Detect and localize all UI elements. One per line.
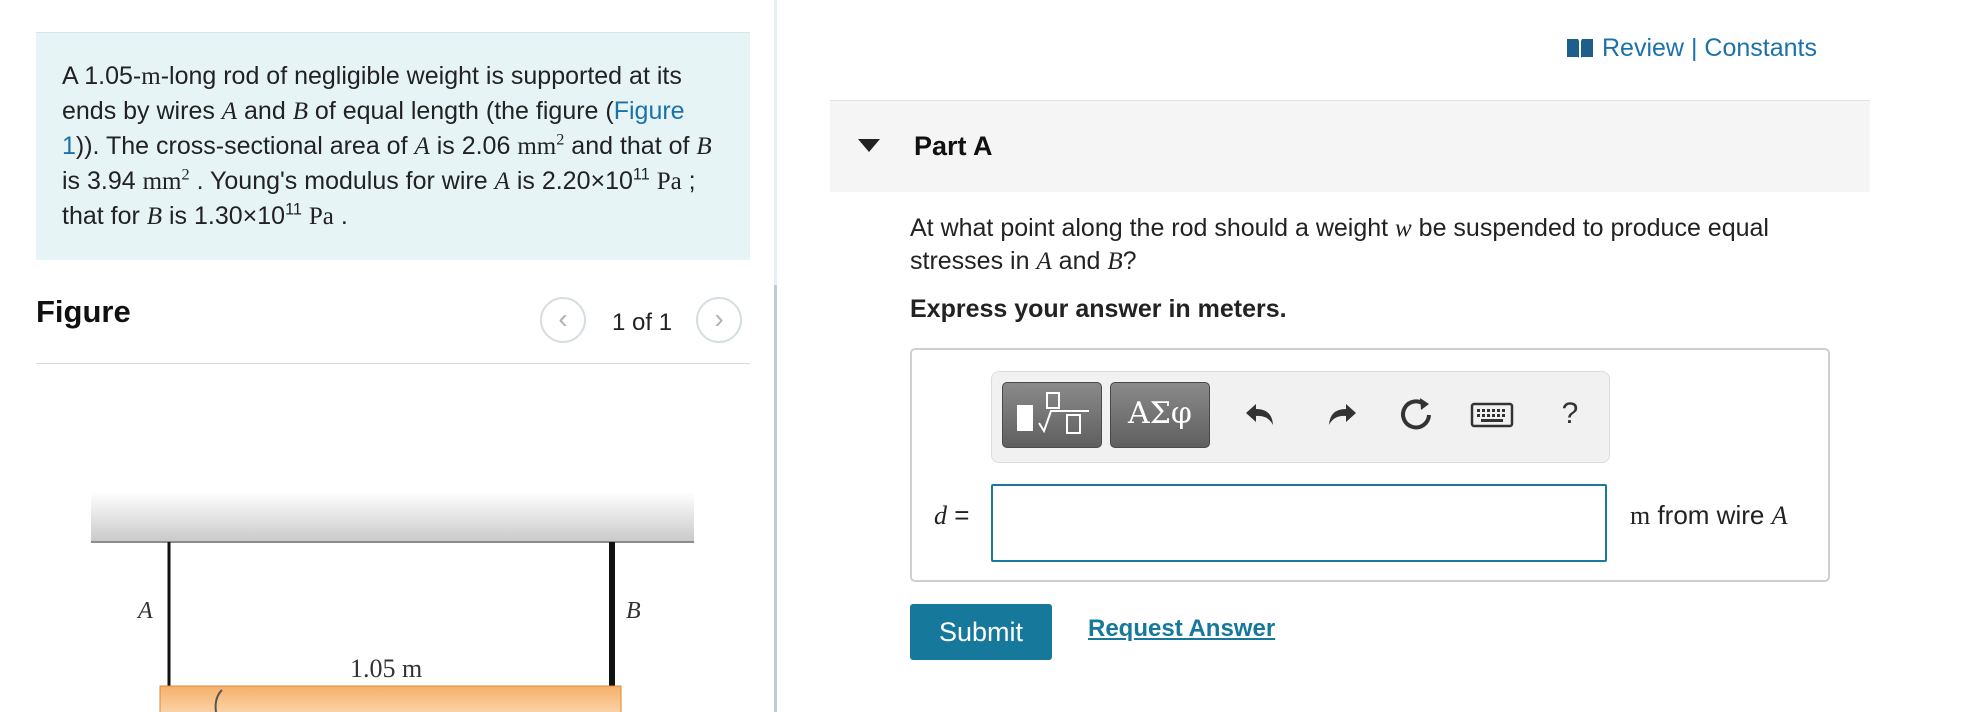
part-a-header[interactable]: Part A — [830, 100, 1870, 192]
answer-variable-label: d = — [934, 500, 970, 530]
answer-input[interactable] — [991, 484, 1607, 562]
problem-statement: A 1.05-m-long rod of negligible weight i… — [36, 32, 750, 260]
figure-heading: Figure — [36, 294, 131, 329]
keyboard-icon[interactable] — [1470, 392, 1514, 436]
undo-icon[interactable] — [1240, 392, 1284, 436]
previous-figure-button[interactable]: ‹ — [540, 297, 586, 343]
rod — [159, 685, 622, 712]
question-text: At what point along the rod should a wei… — [910, 214, 1769, 275]
answer-instruction: Express your answer in meters. — [910, 295, 1287, 323]
reset-icon[interactable] — [1394, 392, 1438, 436]
part-title: Part A — [914, 131, 993, 161]
ceiling — [91, 492, 694, 542]
link-separator: | — [1690, 34, 1698, 62]
greek-symbols-button[interactable]: ΑΣφ — [1110, 382, 1210, 448]
templates-button[interactable] — [1002, 382, 1102, 448]
book-icon — [1566, 37, 1594, 66]
submit-button[interactable]: Submit — [910, 604, 1052, 660]
collapse-caret-icon[interactable] — [858, 139, 880, 152]
left-panel: A 1.05-m-long rod of negligible weight i… — [0, 0, 774, 712]
wire-a-label: A — [136, 598, 153, 624]
rod-length-label: 1.05 m — [350, 654, 422, 683]
math-toolbar: ΑΣφ ? — [991, 371, 1610, 463]
next-figure-button[interactable]: › — [696, 297, 742, 343]
figure-count: 1 of 1 — [612, 309, 673, 336]
help-button[interactable]: ? — [1548, 392, 1592, 436]
redo-icon[interactable] — [1318, 392, 1362, 436]
wire-b-label: B — [626, 598, 641, 624]
panel-divider[interactable] — [774, 0, 777, 712]
templates-icon — [1017, 392, 1089, 434]
rod-figure: A B 1.05 m — [91, 492, 694, 712]
constants-link[interactable]: Constants — [1704, 34, 1817, 62]
answer-box: ΑΣφ ? d = m from wire A — [910, 348, 1830, 582]
review-constants-links: Review | Constants — [1566, 34, 1817, 66]
answer-unit-label: m from wire A — [1630, 500, 1788, 530]
request-answer-link[interactable]: Request Answer — [1088, 615, 1275, 643]
review-link[interactable]: Review — [1602, 34, 1684, 62]
